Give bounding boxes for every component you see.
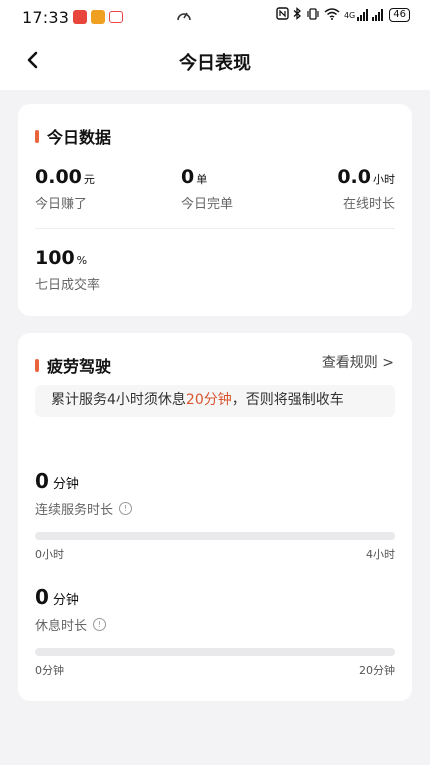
online-unit: 小时 xyxy=(373,173,395,186)
signal-icon xyxy=(357,9,369,21)
online-value: 0.0 xyxy=(337,166,371,188)
continuous-service-label: 连续服务时长 ! xyxy=(35,499,133,518)
rest-min-label: 0分钟 xyxy=(35,664,64,677)
online-label: 在线时长 xyxy=(342,197,395,212)
notice-highlight: 20分钟 xyxy=(185,392,232,408)
stat-online-value: 0.0 小时 xyxy=(337,166,395,191)
rest-value: 0 分钟 xyxy=(35,585,79,609)
stat-rate: 100% 七日成交率 xyxy=(35,247,100,293)
stat-earned: 0.00 元 今日赚了 xyxy=(35,166,95,212)
status-time: 17:33 xyxy=(22,7,70,27)
chevron-left-icon xyxy=(26,51,38,73)
rest-progress-track xyxy=(35,648,395,656)
earned-label: 今日赚了 xyxy=(35,197,88,212)
rest-label: 休息时长 ! xyxy=(35,615,107,634)
stat-online: 0.0 小时 在线时长 xyxy=(337,166,395,212)
vibrate-icon xyxy=(306,7,320,23)
info-circle-icon[interactable]: ! xyxy=(93,618,107,631)
notice-suffix: ，否则将强制收车 xyxy=(231,392,344,408)
status-right: 4G 46 xyxy=(276,7,410,23)
stat-orders: 0单 今日完单 xyxy=(181,166,233,212)
battery-icon: 46 xyxy=(389,8,410,22)
continuous-service-value: 0 分钟 xyxy=(35,469,79,493)
rate-value: 100 xyxy=(35,247,75,269)
divider xyxy=(35,228,395,229)
today-data-card: 今日数据 0.00 元 今日赚了 0单 今日完单 0.0 小时 在线时长 100% … xyxy=(18,104,412,316)
notification-app-icon xyxy=(91,10,106,24)
view-rules-link[interactable]: 查看规则 > xyxy=(322,352,394,372)
today-data-title-text: 今日数据 xyxy=(47,128,112,147)
rate-label: 七日成交率 xyxy=(35,278,101,293)
fatigue-card: 疲劳驾驶 查看规则 > 累计服务4小时须休息20分钟，否则将强制收车 0 分钟 连… xyxy=(18,333,412,701)
nfc-icon xyxy=(276,7,289,23)
continuous-max-label: 4小时 xyxy=(366,548,395,561)
stat-orders-value: 0单 xyxy=(181,166,233,191)
accent-bar xyxy=(35,129,39,143)
orders-unit: 单 xyxy=(196,173,208,186)
rest-label-text: 休息时长 xyxy=(35,619,88,634)
fatigue-notice: 累计服务4小时须休息20分钟，否则将强制收车 xyxy=(35,385,395,417)
nav-bar: 今日表现 xyxy=(0,34,430,90)
wifi-icon xyxy=(324,7,340,23)
continuous-value: 0 xyxy=(35,469,49,493)
rest-value-number: 0 xyxy=(35,585,49,609)
notification-app-icon xyxy=(109,11,124,23)
continuous-unit: 分钟 xyxy=(52,477,79,492)
rate-unit: % xyxy=(76,254,88,267)
notice-prefix: 累计服务4小时须休息 xyxy=(51,392,186,408)
continuous-min-label: 0小时 xyxy=(35,548,64,561)
status-left: 17:33 xyxy=(22,7,124,27)
network-speed-icon xyxy=(176,9,192,27)
fatigue-title-text: 疲劳驾驶 xyxy=(47,357,112,376)
stat-earned-value: 0.00 元 xyxy=(35,166,95,191)
orders-label: 今日完单 xyxy=(181,197,234,212)
page-title: 今日表现 xyxy=(179,53,251,74)
signal-icon xyxy=(372,9,384,21)
earned-value: 0.00 xyxy=(35,166,82,188)
orders-value: 0 xyxy=(181,166,195,188)
bluetooth-icon xyxy=(293,7,302,23)
rest-max-label: 20分钟 xyxy=(359,664,395,677)
notification-app-icon xyxy=(73,10,88,24)
back-button[interactable] xyxy=(18,48,46,76)
info-circle-icon[interactable]: ! xyxy=(119,502,133,515)
earned-unit: 元 xyxy=(83,173,95,186)
stat-rate-value: 100% xyxy=(35,247,100,272)
status-bar: 17:33 4G 46 xyxy=(0,0,430,34)
continuous-progress-track xyxy=(35,532,395,540)
rest-unit: 分钟 xyxy=(52,593,79,608)
continuous-label-text: 连续服务时长 xyxy=(35,503,114,518)
network-label: 4G xyxy=(343,10,356,20)
today-data-title: 今日数据 xyxy=(35,124,111,148)
fatigue-title: 疲劳驾驶 xyxy=(35,353,111,377)
accent-bar xyxy=(35,358,39,372)
